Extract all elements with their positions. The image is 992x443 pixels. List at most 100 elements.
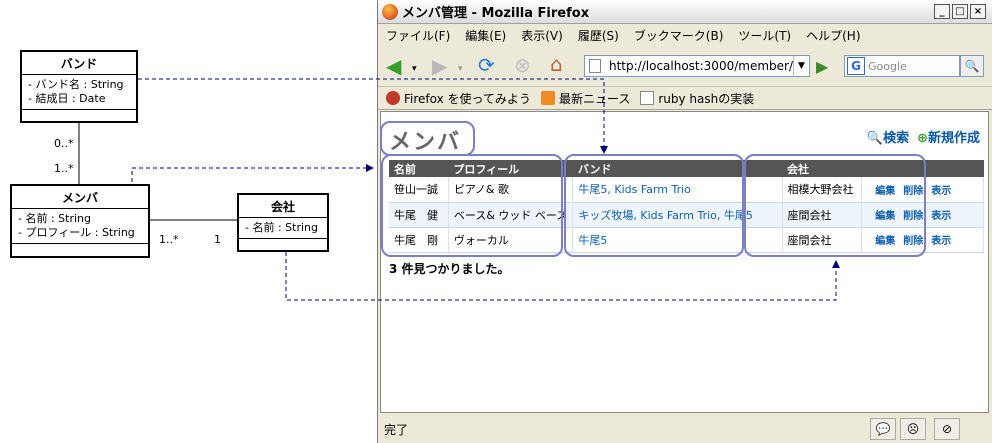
uml-class-band: バンド - バンド名 : String - 結成日 : Date [20, 50, 138, 123]
cell-name: 笹山一誠 [389, 177, 449, 203]
firefox-bookmark-icon [386, 91, 400, 105]
rss-icon [540, 91, 555, 105]
menu-help[interactable]: ヘルプ(H) [806, 27, 860, 44]
page-title: メンバ [389, 130, 462, 155]
new-link-label: 新規作成 [927, 131, 980, 146]
table-row: 笹山一誠 ピアノ& 歌 牛尾5, Kids Farm Trio 相模大野会社 編… [389, 177, 984, 203]
cell-company: 座間会社 [782, 202, 863, 228]
cell-band-link[interactable]: キッズ牧場, Kids Farm Trio, 牛尾5 [572, 202, 783, 228]
uml-attributes: - バンド名 : String - 結成日 : Date [22, 75, 136, 110]
result-count: 3 件見つかりました。 [389, 262, 510, 276]
back-icon[interactable]: ◀ [386, 55, 401, 77]
search-link[interactable]: 🔍検索 [867, 127, 909, 146]
home-icon[interactable]: ⌂ [550, 53, 563, 75]
bookmark-item[interactable]: Firefox を使ってみよう [386, 90, 531, 107]
minimize-icon[interactable]: _ [934, 4, 950, 19]
menu-file[interactable]: ファイル(F) [386, 27, 450, 44]
window-controls: _ □ × [934, 4, 986, 19]
search-icon[interactable]: 🔍 [960, 55, 984, 77]
bookmark-item[interactable]: 最新ニュース [540, 90, 631, 107]
cell-band-link[interactable]: 牛尾5, Kids Farm Trio [572, 177, 783, 203]
plus-icon: ⊕ [917, 131, 928, 146]
uml-class-name: 会社 [239, 195, 327, 218]
delete-link[interactable]: 削除 [903, 211, 923, 222]
edit-link[interactable]: 編集 [875, 236, 895, 247]
edit-link[interactable]: 編集 [875, 186, 895, 197]
uml-class-company: 会社 - 名前 : String [237, 193, 329, 252]
url-bar[interactable]: http://localhost:3000/member/ ▼ [584, 55, 810, 77]
cell-company: 座間会社 [782, 227, 863, 253]
no-entry-icon[interactable]: ⊘ [934, 418, 960, 440]
uml-class-name: メンバ [12, 186, 148, 209]
new-link[interactable]: ⊕新規作成 [917, 127, 980, 146]
smiley-icon[interactable]: ☹ [900, 418, 926, 440]
page-icon [640, 91, 655, 105]
google-icon[interactable]: G [847, 57, 865, 75]
forward-dropdown-icon[interactable]: ▾ [458, 58, 463, 80]
url-dropdown-icon[interactable]: ▼ [793, 56, 809, 76]
bookmarks-bar: Firefox を使ってみよう 最新ニュース ruby hashの実装 [378, 86, 992, 110]
menu-bar: ファイル(F) 編集(E) 表示(V) 履歴(S) ブックマーク(B) ツール(… [378, 24, 992, 46]
multiplicity-label: 1..* [54, 162, 74, 175]
cell-band-link[interactable]: 牛尾5 [572, 227, 783, 253]
menu-tools[interactable]: ツール(T) [738, 27, 791, 44]
page-icon [589, 59, 601, 73]
show-link[interactable]: 表示 [931, 211, 951, 222]
delete-link[interactable]: 削除 [903, 236, 923, 247]
stop-icon[interactable]: ⊗ [514, 54, 531, 76]
menu-edit[interactable]: 編集(E) [465, 27, 506, 44]
arrow-member-to-member-columns [131, 164, 374, 182]
uml-attribute: - プロフィール : String [18, 226, 135, 239]
page-content: メンバ 🔍検索 ⊕新規作成 名前 プロフィール バンド 会社 笹山一誠 ピアノ&… [380, 111, 989, 413]
multiplicity-label: 1..* [159, 233, 179, 246]
maximize-icon[interactable]: □ [952, 4, 968, 19]
back-dropdown-icon[interactable]: ▾ [412, 58, 417, 80]
multiplicity-label: 0..* [54, 137, 74, 150]
bookmark-label: 最新ニュース [558, 91, 631, 106]
column-header: 名前 [389, 160, 449, 177]
cell-profile: ベース& ウッド ベース [448, 202, 574, 228]
cell-profile: ヴォーカル [448, 227, 574, 253]
cell-ops: 編集 削除 表示 [861, 177, 984, 203]
page-actions: 🔍検索 ⊕新規作成 [867, 127, 980, 146]
cell-ops: 編集 削除 表示 [861, 227, 984, 253]
uml-operations [22, 110, 136, 119]
edit-link[interactable]: 編集 [875, 211, 895, 222]
cell-name: 牛尾 健 [389, 202, 449, 228]
comment-icon[interactable]: 💬 [870, 418, 896, 440]
menu-view[interactable]: 表示(V) [521, 27, 563, 44]
search-icon: 🔍 [866, 131, 884, 146]
uml-attribute: - バンド名 : String [28, 78, 124, 91]
go-icon[interactable]: ▶ [816, 57, 828, 76]
show-link[interactable]: 表示 [931, 186, 951, 197]
reload-icon[interactable]: ⟳ [478, 54, 495, 76]
uml-class-member: メンバ - 名前 : String - プロフィール : String [10, 184, 150, 258]
status-text: 完了 [384, 422, 409, 437]
close-icon[interactable]: × [970, 4, 986, 19]
table-row: 牛尾 健 ベース& ウッド ベース キッズ牧場, Kids Farm Trio,… [389, 202, 984, 228]
delete-link[interactable]: 削除 [903, 186, 923, 197]
cell-company: 相模大野会社 [782, 177, 863, 203]
bookmark-label: Firefox を使ってみよう [404, 91, 531, 106]
cell-ops: 編集 削除 表示 [861, 202, 984, 228]
uml-operations [239, 239, 327, 248]
window-title: メンバ管理 - Mozilla Firefox [402, 6, 590, 21]
forward-icon[interactable]: ▶ [432, 55, 447, 77]
column-header: 会社 [782, 160, 862, 177]
cell-name: 牛尾 剛 [389, 227, 449, 253]
search-box[interactable]: G Google [844, 55, 960, 77]
url-text: http://localhost:3000/member/ [609, 59, 793, 73]
uml-operations [12, 244, 148, 253]
table-row: 牛尾 剛 ヴォーカル 牛尾5 座間会社 編集 削除 表示 [389, 227, 984, 253]
column-header-ops [861, 160, 984, 177]
cell-profile: ピアノ& 歌 [448, 177, 574, 203]
uml-class-name: バンド [22, 52, 136, 75]
bookmark-item[interactable]: ruby hashの実装 [640, 90, 754, 107]
show-link[interactable]: 表示 [931, 236, 951, 247]
menu-history[interactable]: 履歴(S) [578, 27, 619, 44]
multiplicity-label: 1 [214, 233, 221, 246]
uml-attributes: - 名前 : String - プロフィール : String [12, 209, 148, 244]
menu-bookmarks[interactable]: ブックマーク(B) [634, 27, 724, 44]
bookmark-label: ruby hashの実装 [658, 91, 755, 106]
uml-attribute: - 結成日 : Date [28, 92, 106, 105]
